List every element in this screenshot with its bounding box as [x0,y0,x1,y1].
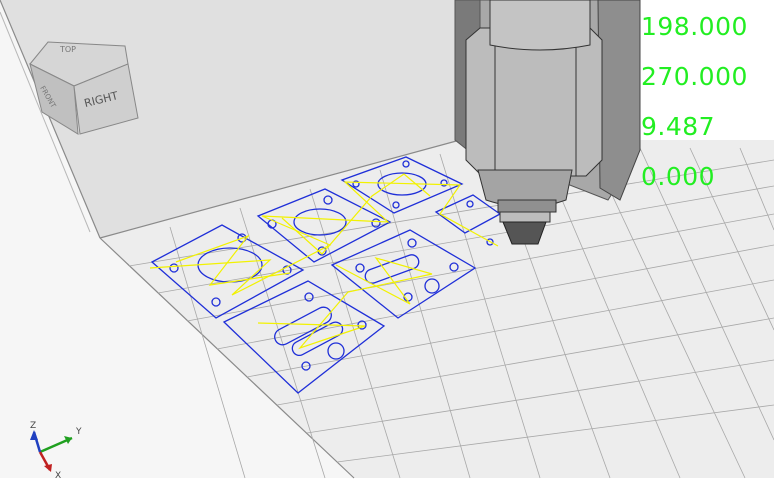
readout-z-value: 9.487 [641,112,716,141]
axis-z-label: Z [30,421,36,431]
readout-x-value: 198.000 [641,12,748,41]
readout-a-value: 0.000 [641,162,716,191]
readout-y-value: 270.000 [641,62,748,91]
spindle-motor [489,0,591,51]
axis-x-label: X [55,471,61,481]
3d-viewport[interactable]: TOP FRONT RIGHT Z Y X 198.000 270.000 9.… [0,0,774,483]
view-cube-top-label: TOP [59,45,76,54]
axis-y-label: Y [75,427,82,437]
